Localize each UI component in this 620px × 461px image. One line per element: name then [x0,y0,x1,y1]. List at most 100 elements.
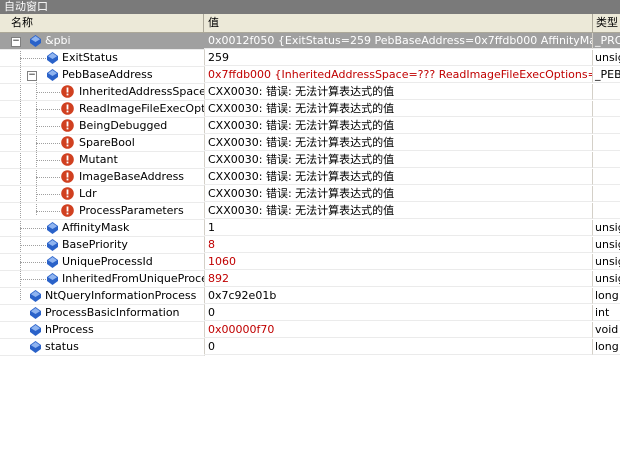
watch-row-exitstatus[interactable]: ExitStatus 259 unsig [0,50,620,67]
row-type: long [593,340,620,355]
watch-row-basepriority[interactable]: BasePriority 8 unsig [0,237,620,254]
row-name-cell: InheritedAddressSpace [0,84,205,101]
row-name: ReadImageFileExecOptions [79,102,205,115]
row-name: hProcess [45,323,94,336]
row-name: NtQueryInformationProcess [45,289,197,302]
row-type: long [593,289,620,304]
window-title: 自动窗口 [0,0,620,14]
variable-icon [30,290,41,302]
watch-row-beingdebugged[interactable]: BeingDebugged CXX0030: 错误: 无法计算表达式的值 [0,118,620,135]
row-name-cell: Mutant [0,152,205,169]
watch-row-pebbaseaddress[interactable]: − PebBaseAddress 0x7ffdb000 {InheritedAd… [0,67,620,84]
row-name-cell: SpareBool [0,135,205,152]
row-name-cell: ProcessBasicInformation [0,305,205,322]
row-value[interactable]: 0x7c92e01b [204,288,593,304]
variable-icon [30,35,41,47]
row-name: SpareBool [79,136,135,149]
collapse-toggle[interactable]: − [11,37,21,47]
column-header-type[interactable]: 类型 [593,14,620,32]
row-value[interactable]: CXX0030: 错误: 无法计算表达式的值 [204,135,593,151]
row-name: InheritedAddressSpace [79,85,205,98]
row-value[interactable]: 0 [204,339,593,355]
error-icon [61,85,74,98]
row-value[interactable]: CXX0030: 错误: 无法计算表达式的值 [204,186,593,202]
row-name: UniqueProcessId [62,255,153,268]
row-value[interactable]: CXX0030: 错误: 无法计算表达式的值 [204,169,593,185]
row-value[interactable]: CXX0030: 错误: 无法计算表达式的值 [204,152,593,168]
variable-icon [30,307,41,319]
error-icon [61,170,74,183]
watch-row-hprocess[interactable]: hProcess 0x00000f70 void [0,322,620,339]
row-value[interactable]: 1060 [204,254,593,270]
row-value[interactable]: 0x00000f70 [204,322,593,338]
watch-row-ntqueryinformationprocess[interactable]: NtQueryInformationProcess 0x7c92e01b lon… [0,288,620,305]
watch-row-readimagefileexecoptions[interactable]: ReadImageFileExecOptions CXX0030: 错误: 无法… [0,101,620,118]
row-name: ProcessParameters [79,204,184,217]
row-value[interactable]: CXX0030: 错误: 无法计算表达式的值 [204,203,593,219]
row-name: Ldr [79,187,97,200]
row-value[interactable]: 1 [204,220,593,236]
watch-row-processbasicinformation[interactable]: ProcessBasicInformation 0 int [0,305,620,322]
row-name-cell: Ldr [0,186,205,203]
watch-row-imagebaseaddress[interactable]: ImageBaseAddress CXX0030: 错误: 无法计算表达式的值 [0,169,620,186]
row-type [593,135,620,151]
row-name: PebBaseAddress [62,68,153,81]
row-name: ImageBaseAddress [79,170,185,183]
row-value[interactable]: 8 [204,237,593,253]
row-type: unsig [593,50,620,66]
variable-icon [30,324,41,336]
row-name: BasePriority [62,238,128,251]
error-icon [61,187,74,200]
row-name: &pbi [45,34,71,47]
row-value[interactable]: CXX0030: 错误: 无法计算表达式的值 [204,84,593,100]
watch-row-uniqueprocessid[interactable]: UniqueProcessId 1060 unsig [0,254,620,271]
row-value[interactable]: 259 [204,50,593,66]
watch-row-inheritedfromuniqueprocessid[interactable]: InheritedFromUniqueProcessId 892 unsig [0,271,620,288]
row-type [593,169,620,185]
row-type [593,203,620,219]
row-type: _PRO [593,33,620,49]
row-value[interactable]: 0x0012f050 {ExitStatus=259 PebBaseAddres… [204,33,593,49]
row-name: AffinityMask [62,221,130,234]
row-name-cell: InheritedFromUniqueProcessId [0,271,205,288]
variable-icon [47,222,58,234]
watch-row-affinitymask[interactable]: AffinityMask 1 unsig [0,220,620,237]
row-value[interactable]: 0 [204,305,593,321]
row-type [593,84,620,100]
row-value[interactable]: CXX0030: 错误: 无法计算表达式的值 [204,101,593,117]
column-header-value[interactable]: 值 [204,14,593,32]
variable-icon [47,239,58,251]
variable-icon [30,341,41,353]
watch-row-inheritedaddressspace[interactable]: InheritedAddressSpace CXX0030: 错误: 无法计算表… [0,84,620,101]
row-value[interactable]: 0x7ffdb000 {InheritedAddressSpace=??? Re… [204,67,593,83]
row-value[interactable]: 892 [204,271,593,287]
error-icon [61,153,74,166]
watch-row-mutant[interactable]: Mutant CXX0030: 错误: 无法计算表达式的值 [0,152,620,169]
row-name-cell: AffinityMask [0,220,205,237]
error-icon [61,136,74,149]
row-value[interactable]: CXX0030: 错误: 无法计算表达式的值 [204,118,593,134]
watch-row-pbi[interactable]: − &pbi 0x0012f050 {ExitStatus=259 PebBas… [0,33,620,50]
watch-row-ldr[interactable]: Ldr CXX0030: 错误: 无法计算表达式的值 [0,186,620,203]
row-type: unsig [593,271,620,287]
watch-row-status[interactable]: status 0 long [0,339,620,356]
row-name-cell: status [0,339,205,356]
variable-icon [47,69,58,81]
row-type [593,186,620,202]
row-name-cell: − PebBaseAddress [0,67,205,84]
row-name: ProcessBasicInformation [45,306,180,319]
error-icon [61,119,74,132]
row-name-cell: hProcess [0,322,205,339]
error-icon [61,102,74,115]
row-type: int [593,305,620,321]
column-header-name[interactable]: 名称 [0,14,204,32]
watch-row-sparebool[interactable]: SpareBool CXX0030: 错误: 无法计算表达式的值 [0,135,620,152]
collapse-toggle[interactable]: − [27,71,37,81]
row-type [593,152,620,168]
row-name: BeingDebugged [79,119,168,132]
row-name-cell: BeingDebugged [0,118,205,135]
watch-row-processparameters[interactable]: ProcessParameters CXX0030: 错误: 无法计算表达式的值 [0,203,620,220]
row-type [593,101,620,117]
row-name: status [45,340,79,353]
row-type: _PEB [593,68,620,83]
